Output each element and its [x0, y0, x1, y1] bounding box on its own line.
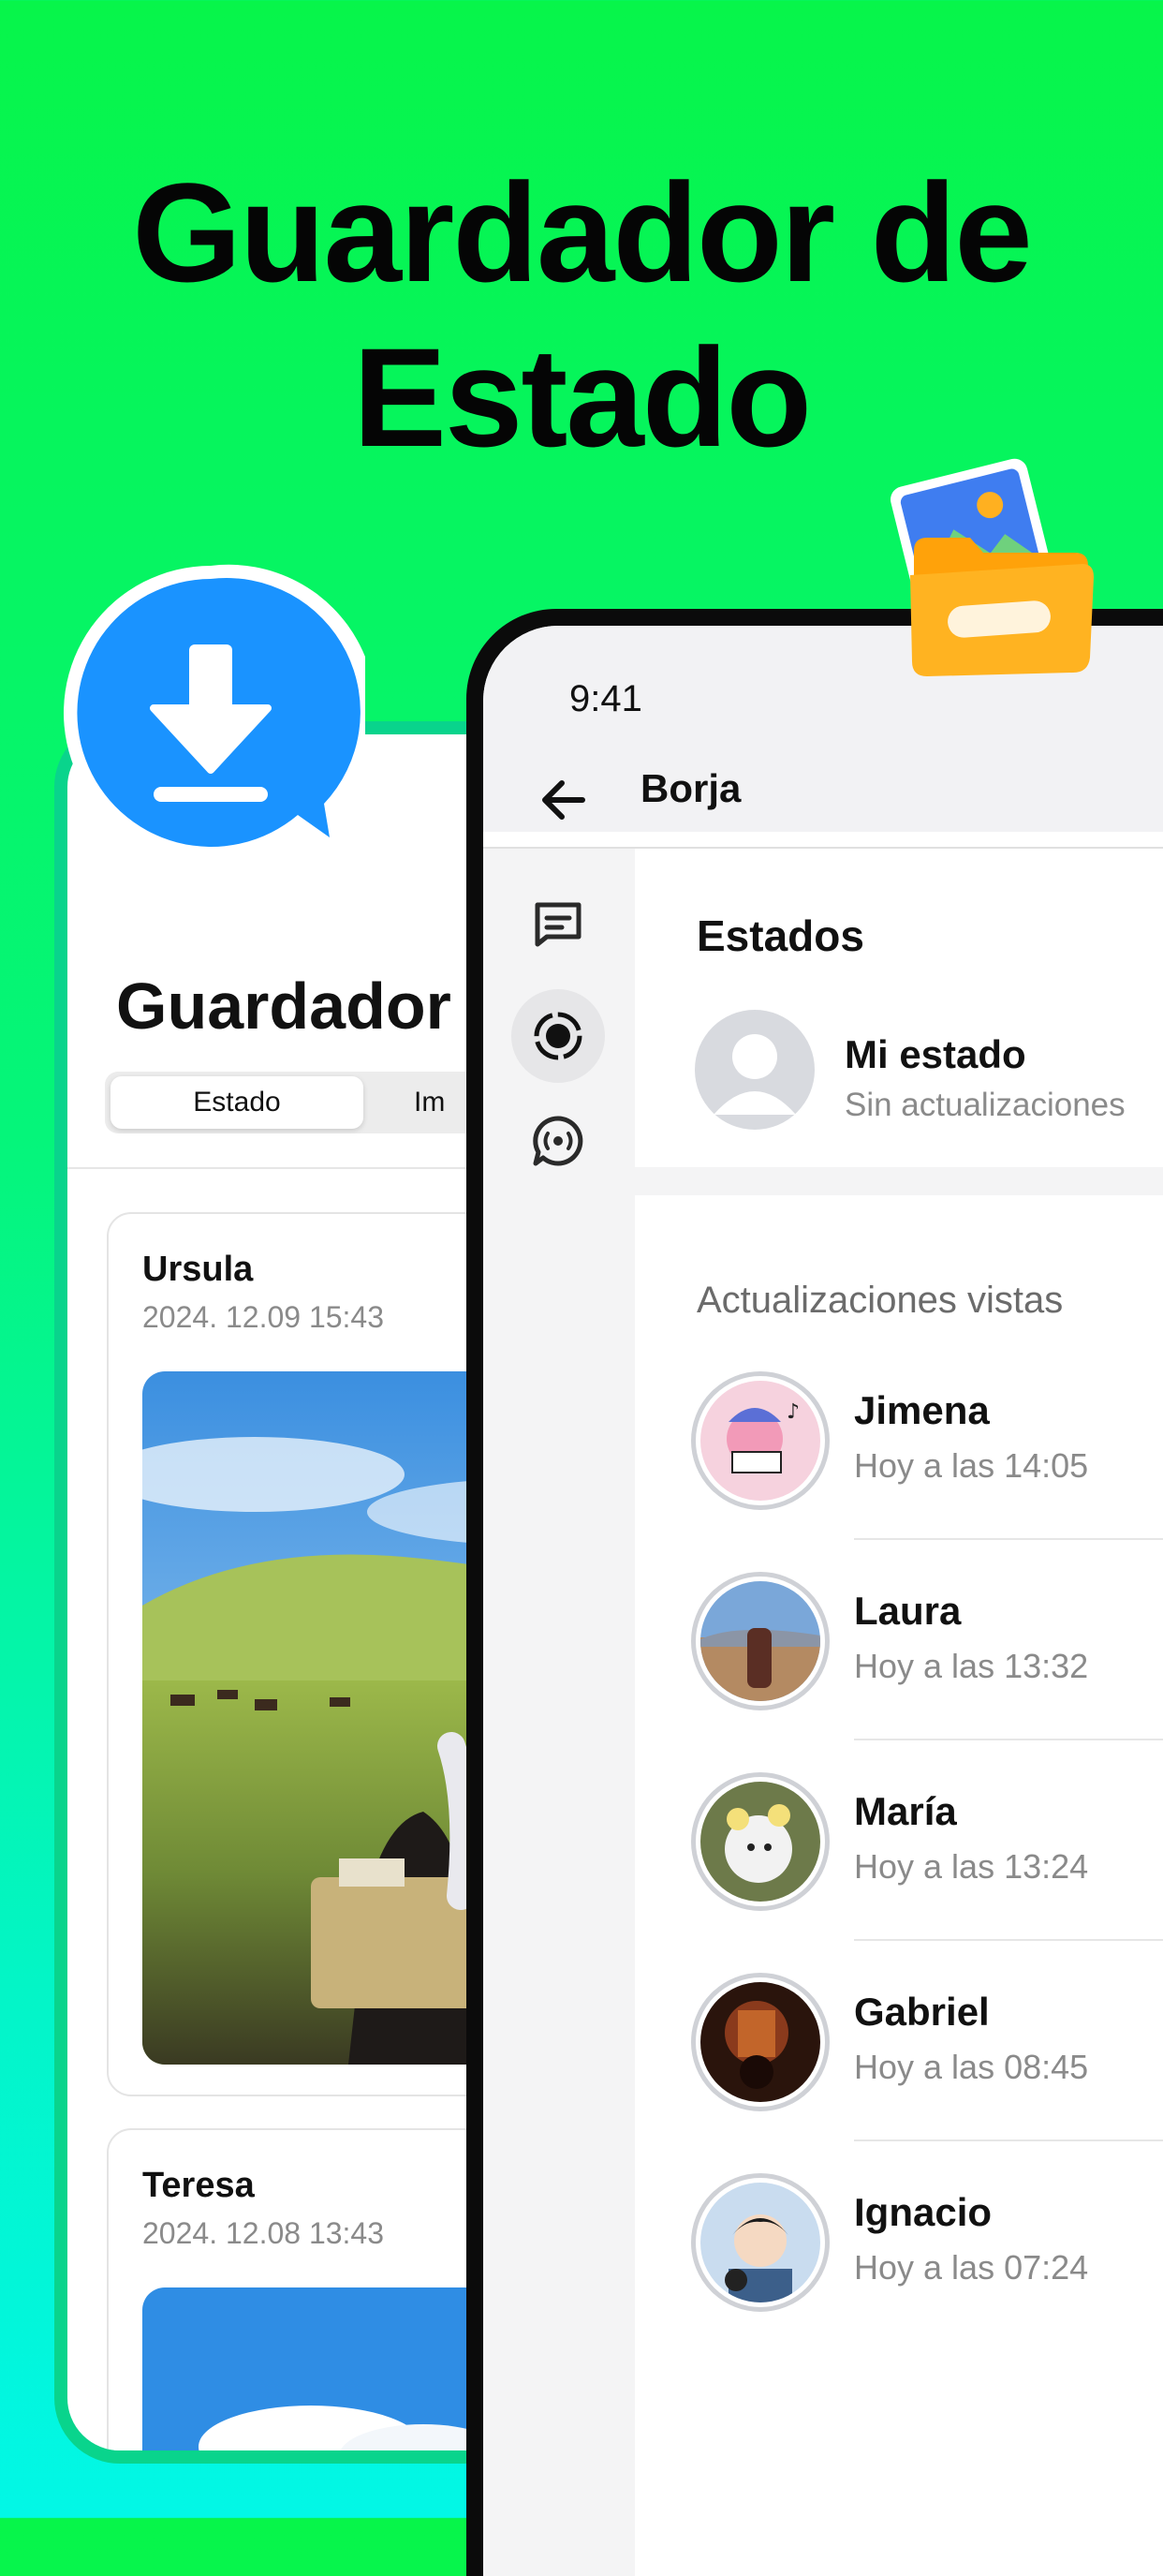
tab-estado[interactable]: Estado	[110, 1076, 363, 1129]
status-row[interactable]: María Hoy a las 13:24	[635, 1772, 1163, 1973]
status-icon[interactable]	[530, 1008, 586, 1064]
headline-line-1: Guardador de	[132, 154, 1033, 311]
app-title: Guardador	[116, 970, 451, 1043]
nav-title: Borja	[640, 766, 742, 810]
divider	[854, 1538, 1163, 1540]
my-status-name[interactable]: Mi estado	[845, 1032, 1026, 1077]
status-row[interactable]: ♪ Jimena Hoy a las 14:05	[635, 1371, 1163, 1572]
divider	[854, 1739, 1163, 1740]
status-time: 9:41	[569, 678, 642, 719]
section-title: Estados	[697, 911, 864, 960]
section-divider	[635, 1167, 1163, 1195]
avatar-image	[700, 1982, 820, 2102]
card-name: Ursula	[142, 1250, 254, 1289]
status-row[interactable]: Gabriel Hoy a las 08:45	[635, 1973, 1163, 2173]
avatar-image	[700, 2183, 820, 2302]
my-status-subtitle: Sin actualizaciones	[845, 1087, 1126, 1123]
side-rail	[483, 849, 635, 2576]
my-avatar[interactable]	[695, 1010, 815, 1130]
contact-time: Hoy a las 13:32	[854, 1647, 1089, 1685]
avatar-image	[700, 1581, 820, 1701]
card-date: 2024. 12.09 15:43	[142, 1300, 385, 1334]
headline: Guardador de Estado	[0, 150, 1163, 480]
avatar	[700, 1581, 820, 1701]
card-name: Teresa	[142, 2166, 255, 2205]
viewed-updates-header: Actualizaciones vistas	[697, 1280, 1064, 1321]
card-date: 2024. 12.08 13:43	[142, 2216, 385, 2250]
back-arrow-icon[interactable]	[537, 774, 590, 826]
divider	[854, 1939, 1163, 1941]
avatar	[700, 2183, 820, 2302]
contact-name: Gabriel	[854, 1990, 990, 2034]
avatar-image	[700, 1782, 820, 1902]
status-row[interactable]: Ignacio Hoy a las 07:24	[635, 2173, 1163, 2374]
contact-name: Ignacio	[854, 2190, 993, 2234]
contact-name: María	[854, 1789, 957, 1833]
contact-time: Hoy a las 07:24	[854, 2248, 1089, 2287]
gallery-folder-icon	[891, 458, 1094, 676]
contact-time: Hoy a las 14:05	[854, 1446, 1089, 1485]
download-icon	[64, 564, 365, 860]
avatar	[700, 1982, 820, 2102]
avatar	[700, 1782, 820, 1902]
contact-name: Jimena	[854, 1388, 990, 1432]
contact-time: Hoy a las 08:45	[854, 2048, 1089, 2086]
status-row[interactable]: Laura Hoy a las 13:32	[635, 1572, 1163, 1772]
communities-icon[interactable]	[530, 1113, 586, 1169]
chats-icon[interactable]	[530, 896, 586, 952]
contact-time: Hoy a las 13:24	[854, 1847, 1089, 1886]
status-content: Estados Mi estado Sin actualizaciones Ac…	[635, 849, 1163, 2576]
avatar: ♪	[700, 1381, 820, 1501]
user-placeholder-icon	[714, 1034, 796, 1115]
avatar-image: ♪	[700, 1381, 820, 1501]
svg-text:♪: ♪	[787, 1400, 800, 1424]
contact-name: Laura	[854, 1589, 962, 1633]
front-phone: 9:41 Borja Estados Mi estado Sin actuali…	[466, 609, 1163, 2576]
divider	[854, 2139, 1163, 2141]
